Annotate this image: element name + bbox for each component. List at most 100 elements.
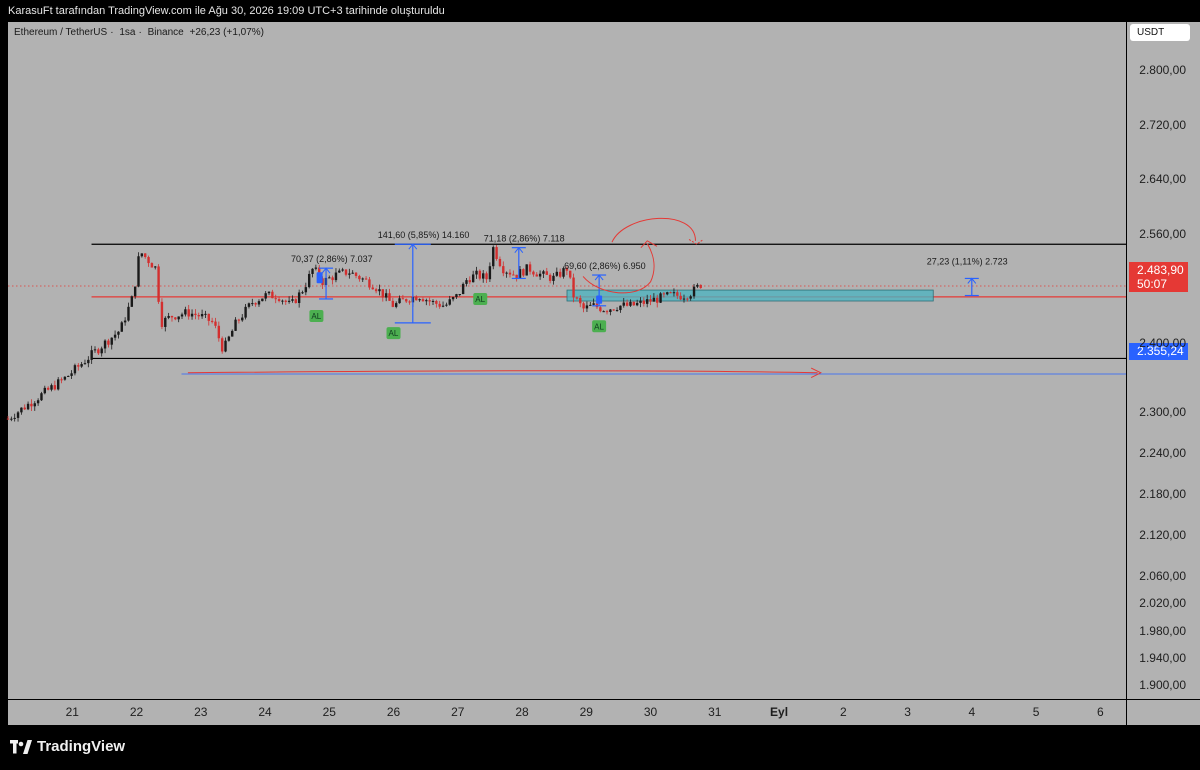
candle-body [254,303,257,305]
candle-body [642,300,646,304]
candle-body [525,264,528,276]
candle-body [341,269,344,271]
candle-body [368,279,371,288]
candle-body [133,286,137,297]
candle-body [461,283,465,295]
candle-body [170,315,174,318]
candle-body [652,297,656,302]
candle-body [40,393,43,401]
candle-body [374,289,378,292]
measure-label: 141,60 (5,85%) 14.160 [378,230,470,240]
buy-signal-label: AL [475,295,485,304]
candle-body [552,275,555,281]
candle-body [257,301,261,305]
candle-body [97,349,100,354]
candle-body [23,407,26,410]
candle-body [130,296,134,307]
candle-body [696,284,699,287]
candle-body [612,309,615,311]
y-tick-label: 2.120,00 [1139,527,1186,542]
candle-body [656,297,659,303]
y-tick-label: 2.560,00 [1139,226,1186,241]
candle-body [271,291,274,299]
candle-body [93,349,97,351]
candle-body [455,294,458,298]
candle-body [294,299,297,303]
x-tick-label: 21 [65,705,79,719]
candle-body [645,299,649,304]
x-tick-label: 31 [708,705,722,719]
candle-body [200,314,204,317]
candle-body [575,297,579,299]
candle-body [692,286,696,297]
y-tick-label: 2.300,00 [1139,404,1186,419]
candle-body [592,303,595,305]
x-tick-label: 3 [904,705,911,719]
candle-body [73,365,77,374]
candle-body [622,302,625,306]
candle-body [535,274,538,277]
candle-body [625,302,629,306]
candle-body [60,379,63,381]
candle-body [33,403,36,407]
measure-label: 71,18 (2,86%) 7.118 [484,234,565,244]
candle-body [120,322,123,332]
candle-body [605,311,609,313]
candle-body [70,373,73,376]
candle-body [214,321,217,326]
candle-body [217,325,221,339]
candle-body [117,331,120,335]
y-tick-label: 2.800,00 [1139,62,1186,77]
candle-body [548,274,552,281]
candle-body [445,304,448,306]
candle-body [482,273,485,279]
current-price-tag: 2.483,90 50:07 [1129,262,1188,292]
candle-body [344,269,348,275]
candle-body [532,271,535,275]
x-tick-label: 26 [386,705,401,719]
candle-body [123,320,127,323]
candle-body [150,263,154,268]
candle-body [284,300,287,302]
candle-body [63,376,67,380]
y-tick-label: 2.060,00 [1139,568,1186,583]
candle-body [629,301,632,306]
measure-label: 69,60 (2,86%) 6.950 [564,261,646,271]
candle-body [127,306,130,321]
candle-body [13,417,16,419]
candle-body [314,267,318,269]
candle-body [448,299,451,305]
candle-body [274,298,277,300]
candle-body [137,256,140,287]
candle-body [204,313,207,315]
candle-body [160,301,164,327]
candle-body [441,305,445,307]
candle-body [435,300,438,304]
candle-body [224,340,227,352]
candle-countdown: 50:07 [1137,277,1168,291]
candle-body [361,278,364,280]
accumulation-zone [566,289,934,302]
candle-body [287,300,291,302]
candle-body [77,365,80,367]
candle-body [438,303,441,307]
price-chart: 70,37 (2,86%) 7.037 141,60 (5,85%) 14.160… [6,217,1126,422]
candle-body [502,266,505,274]
candle-body [572,277,575,298]
candle-body [428,300,431,302]
candle-body [297,292,301,303]
candle-body [401,298,405,300]
buy-signal-label: AL [311,312,321,321]
candle-body [589,304,592,306]
candle-body [512,274,515,276]
candle-body [686,298,689,300]
candle-body [495,247,498,259]
tradingview-logo[interactable]: TradingView [10,738,125,755]
candle-body [471,274,475,283]
candle-body [505,272,508,274]
candle-body [301,292,304,294]
candle-body [83,363,87,365]
candle-body [555,271,559,276]
y-tick-label: 2.640,00 [1139,172,1186,187]
candle-body [234,319,237,331]
